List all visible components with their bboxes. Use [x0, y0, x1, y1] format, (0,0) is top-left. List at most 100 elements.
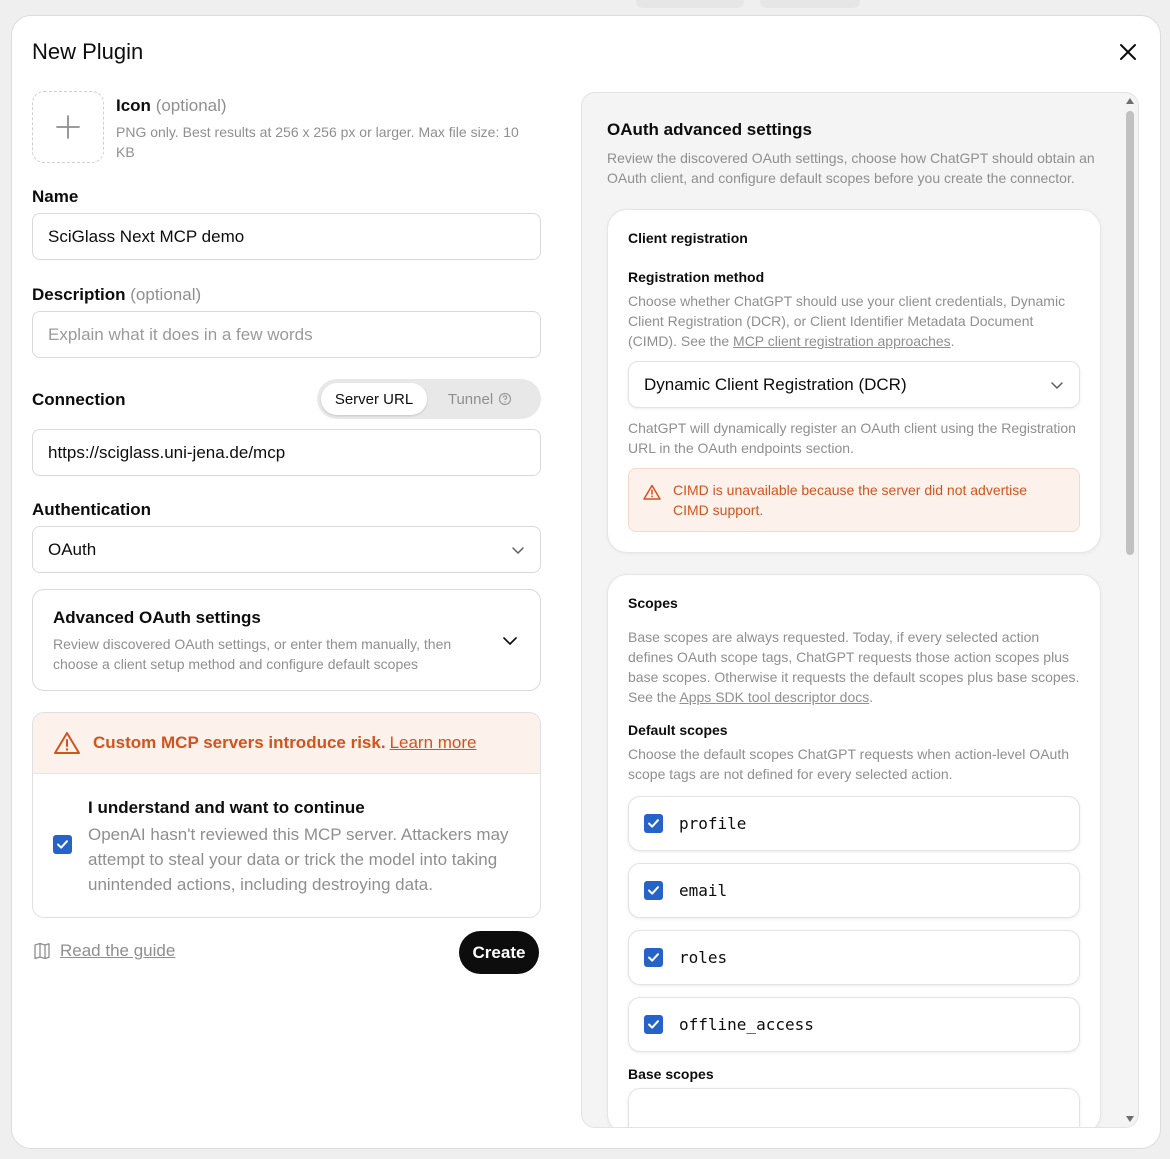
chevron-down-icon [503, 637, 517, 645]
background-tab [760, 0, 860, 8]
default-scopes-list: profile email roles offline_access [628, 796, 1080, 1052]
registration-method-select[interactable]: Dynamic Client Registration (DCR) [628, 361, 1080, 408]
checkmark-icon [648, 819, 659, 828]
checkmark-icon [648, 1020, 659, 1029]
background-tab [636, 0, 744, 8]
scope-checkbox[interactable] [644, 948, 663, 967]
advanced-oauth-description: Review discovered OAuth settings, or ent… [53, 636, 452, 672]
close-button[interactable] [1116, 40, 1140, 64]
default-scopes-label: Default scopes [628, 722, 728, 738]
description-placeholder: Explain what it does in a few words [48, 324, 313, 344]
dialog-title: New Plugin [32, 39, 144, 64]
tunnel-tab[interactable]: Tunnel [427, 383, 533, 415]
help-circle-icon [499, 392, 512, 406]
client-registration-title: Client registration [628, 230, 748, 246]
advanced-oauth-toggle[interactable]: Advanced OAuth settings Review discovere… [32, 589, 541, 691]
book-icon [34, 942, 50, 960]
server-url-input[interactable]: https://sciglass.uni-jena.de/mcp [32, 429, 541, 476]
acknowledge-title: I understand and want to continue [88, 798, 365, 817]
scope-checkbox[interactable] [644, 881, 663, 900]
acknowledge-checkbox[interactable] [53, 835, 72, 854]
registration-method-value: Dynamic Client Registration (DCR) [644, 374, 907, 394]
authentication-label: Authentication [32, 500, 151, 519]
new-plugin-dialog: New Plugin Icon (optional) PNG only. Bes… [11, 15, 1161, 1149]
name-input[interactable]: SciGlass Next MCP demo [32, 213, 541, 260]
registration-method-description: Choose whether ChatGPT should use your c… [628, 293, 1066, 349]
registration-method-label: Registration method [628, 269, 765, 285]
scope-name: offline_access [679, 1015, 814, 1034]
base-scope-option[interactable] [628, 1088, 1080, 1127]
icon-help-text: PNG only. Best results at 256 x 256 px o… [116, 124, 519, 160]
warning-icon [643, 484, 661, 500]
authentication-value: OAuth [48, 539, 97, 559]
server-url-value: https://sciglass.uni-jena.de/mcp [48, 442, 286, 462]
description-label: Description (optional) [32, 285, 541, 305]
cimd-warning-text: CIMD is unavailable because the server d… [673, 482, 1028, 518]
oauth-settings-panel: OAuth advanced settings Review the disco… [581, 92, 1139, 1128]
description-optional: (optional) [130, 285, 202, 304]
description-input[interactable]: Explain what it does in a few words [32, 311, 541, 358]
tunnel-label: Tunnel [447, 390, 494, 408]
client-registration-card: Client registration Registration method … [607, 209, 1101, 553]
icon-label-text: Icon [116, 96, 151, 115]
connection-label: Connection [32, 390, 126, 409]
description-label-text: Description [32, 285, 126, 304]
scope-name: email [679, 881, 728, 900]
name-label: Name [32, 187, 79, 206]
scope-name: profile [679, 814, 747, 833]
acknowledge-description: OpenAI hasn't reviewed this MCP server. … [88, 825, 509, 894]
checkmark-icon [648, 953, 659, 962]
scope-option[interactable]: roles [628, 930, 1080, 985]
scope-option[interactable]: email [628, 863, 1080, 918]
icon-upload-button[interactable] [32, 91, 104, 163]
chevron-down-icon [1051, 381, 1063, 389]
risk-header: Custom MCP servers introduce risk. Learn … [33, 713, 540, 774]
scope-checkbox[interactable] [644, 814, 663, 833]
cimd-warning: CIMD is unavailable because the server d… [628, 468, 1080, 532]
registration-approaches-link[interactable]: MCP client registration approaches [733, 333, 951, 349]
risk-acknowledgement: I understand and want to continue OpenAI… [33, 774, 540, 917]
risk-headline-text: Custom MCP servers introduce risk. [93, 733, 386, 752]
scrollbar-thumb[interactable] [1126, 111, 1134, 555]
name-value: SciGlass Next MCP demo [48, 226, 245, 246]
oauth-settings-content: OAuth advanced settings Review the disco… [607, 120, 1101, 1127]
authentication-select[interactable]: OAuth [32, 526, 541, 573]
plugin-form: Icon (optional) PNG only. Best results a… [32, 91, 541, 974]
warning-icon [54, 732, 80, 754]
scope-option[interactable]: offline_access [628, 997, 1080, 1052]
scope-checkbox[interactable] [644, 1015, 663, 1034]
oauth-panel-description: Review the discovered OAuth settings, ch… [607, 150, 1095, 186]
read-guide-label: Read the guide [60, 941, 176, 960]
connection-row: Connection Server URL Tunnel [32, 379, 541, 419]
scope-option[interactable]: profile [628, 796, 1080, 851]
checkmark-icon [57, 840, 68, 849]
risk-notice: Custom MCP servers introduce risk. Learn … [32, 712, 541, 918]
dialog-footer: Read the guide Create [32, 931, 541, 975]
risk-headline: Custom MCP servers introduce risk. Learn … [93, 733, 477, 753]
connection-toggle: Server URL Tunnel [317, 379, 541, 419]
checkmark-icon [648, 886, 659, 895]
learn-more-link[interactable]: Learn more [390, 733, 477, 752]
scroll-down-arrow-icon [1126, 1116, 1134, 1122]
scopes-title: Scopes [628, 595, 678, 611]
read-guide-link[interactable]: Read the guide [32, 941, 175, 961]
scope-name: roles [679, 948, 728, 967]
advanced-oauth-title: Advanced OAuth settings [53, 608, 261, 627]
icon-label: Icon (optional) [116, 96, 541, 116]
oauth-panel-title: OAuth advanced settings [607, 120, 812, 139]
chevron-down-icon [512, 546, 524, 554]
create-button[interactable]: Create [459, 931, 539, 974]
scroll-up-arrow-icon [1126, 98, 1134, 104]
apps-sdk-docs-link[interactable]: Apps SDK tool descriptor docs [679, 689, 869, 705]
scopes-card: Scopes Base scopes are always requested.… [607, 574, 1101, 1127]
scopes-description: Base scopes are always requested. Today,… [628, 629, 1080, 705]
icon-optional: (optional) [155, 96, 227, 115]
default-scopes-description: Choose the default scopes ChatGPT reques… [628, 746, 1069, 782]
panel-scrollbar[interactable] [1124, 93, 1138, 1127]
icon-field-text: Icon (optional) PNG only. Best results a… [116, 91, 541, 163]
acknowledge-text: I understand and want to continue OpenAI… [88, 798, 520, 897]
base-scopes-label: Base scopes [628, 1066, 714, 1082]
icon-field: Icon (optional) PNG only. Best results a… [32, 91, 541, 163]
server-url-tab[interactable]: Server URL [321, 383, 427, 415]
plus-icon [56, 115, 80, 139]
